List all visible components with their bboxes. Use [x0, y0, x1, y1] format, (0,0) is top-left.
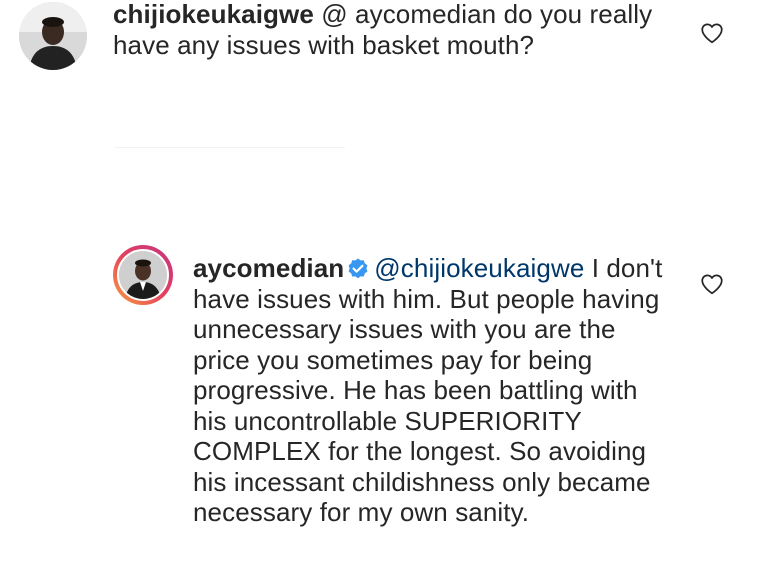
comment-item: aycomedian @chijiokeukaigwe I don't have… [0, 240, 757, 576]
comment-item: chijiokeukaigwe @ aycomedian do you real… [0, 0, 757, 200]
commenter-avatar[interactable] [19, 2, 87, 70]
like-heart-icon[interactable] [699, 20, 725, 46]
commenter-avatar[interactable] [117, 249, 169, 301]
divider [115, 147, 345, 148]
comment-username[interactable]: aycomedian [193, 253, 344, 283]
comment-username[interactable]: chijiokeukaigwe [113, 0, 314, 29]
avatar-image [119, 251, 167, 299]
comment-text: chijiokeukaigwe @ aycomedian do you real… [113, 0, 673, 60]
comment-text: aycomedian @chijiokeukaigwe I don't have… [193, 253, 673, 528]
verified-badge-icon [348, 258, 368, 279]
comment-body: I don't have issues with him. But people… [193, 253, 663, 527]
mention-link[interactable]: @chijiokeukaigwe [374, 253, 584, 283]
like-heart-icon[interactable] [699, 271, 725, 297]
avatar-image [19, 2, 87, 70]
